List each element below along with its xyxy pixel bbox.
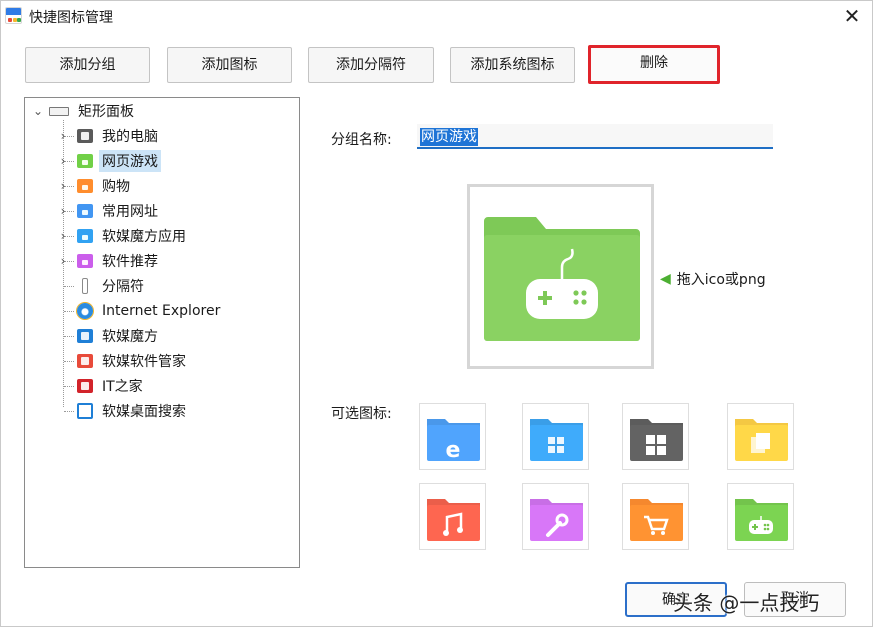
chevron-right-icon[interactable]: › [58,129,68,143]
icon-choice-tile[interactable]: e [419,403,486,470]
tree-root-label: 矩形面板 [78,104,134,120]
tree-item[interactable]: 软件推荐 [77,250,161,272]
ithome-icon [77,379,93,393]
dialog-window: 快捷图标管理 ✕ 添加分组 添加图标 添加分隔符 添加系统图标 删除 ⌄ 矩形面板… [0,0,873,627]
desktop-search-icon [77,403,93,419]
chevron-right-icon[interactable]: › [58,179,68,193]
ruanmei-cube-icon [77,329,93,343]
add-separator-button[interactable]: 添加分隔符 [308,47,434,83]
group-tree[interactable]: ⌄ 矩形面板 › 我的电脑 › 网页游戏 › 购物 › 常用网址 › 软媒魔方应用 › 软件推荐分隔符 In… [24,97,300,568]
tree-item-label: 软媒魔方应用 [102,229,186,245]
add-system-icon-button[interactable]: 添加系统图标 [450,47,575,83]
chevron-right-icon[interactable]: › [58,204,68,218]
icon-choice-tile[interactable] [522,483,589,550]
tree-item-label: 软件推荐 [102,254,158,270]
tree-item[interactable]: 软媒桌面搜索 [77,400,189,422]
internet-explorer-icon [77,303,93,319]
chevron-right-icon[interactable]: › [58,254,68,268]
tree-item-label: 软媒桌面搜索 [102,404,186,420]
window-title: 快捷图标管理 [29,10,113,26]
arrow-left-icon: ◀ [660,271,671,287]
watermark: 头条 @一点技巧 [673,591,820,615]
icon-choice-tile[interactable] [419,483,486,550]
cube-folder-icon [530,419,583,461]
delete-button[interactable]: 删除 [588,45,720,84]
chevron-right-icon[interactable]: › [58,229,68,243]
tree-item-label: 购物 [102,179,130,195]
gamepad-folder-icon [484,217,640,341]
icon-choice-tile[interactable] [727,403,794,470]
group-name-input[interactable]: 网页游戏 [417,124,773,149]
icon-choice-tile[interactable] [522,403,589,470]
icon-preview-dropzone[interactable] [467,184,654,369]
panel-icon [49,106,69,116]
drop-hint-text: 拖入ico或png [676,272,766,288]
tree-item-label: 分隔符 [102,279,144,295]
cart-folder-icon [630,499,683,541]
tree-item-label: 软媒魔方 [102,329,158,345]
drop-hint: ◀ 拖入ico或png [660,269,766,289]
tree-item[interactable]: IT之家 [77,375,146,397]
gamepad-folder-icon [735,499,788,541]
ie-folder-icon [77,204,93,218]
tree-item[interactable]: 软媒魔方 [77,325,161,347]
icon-picker-label: 可选图标: [331,406,392,422]
gamepad-folder-icon [77,154,93,168]
tree-item[interactable]: 我的电脑 [77,125,161,147]
cart-folder-icon [77,179,93,193]
tree-item[interactable]: 软媒魔方应用 [77,225,189,247]
add-icon-button[interactable]: 添加图标 [167,47,292,83]
tree-item[interactable]: 网页游戏 [77,150,161,172]
tree-item-label: 我的电脑 [102,129,158,145]
tree-item[interactable]: 分隔符 [77,275,147,297]
wrench-folder-icon [77,254,93,268]
windows-folder-icon [630,419,683,461]
tree-item-label: 软媒软件管家 [102,354,186,370]
tree-item-label: IT之家 [102,379,143,395]
add-group-button[interactable]: 添加分组 [25,47,150,83]
software-manager-icon [77,354,93,368]
app-icon [5,7,22,24]
tree-item-label: Internet Explorer [102,303,221,319]
wrench-folder-icon [530,499,583,541]
tree-item[interactable]: Internet Explorer [77,300,223,322]
tree-item-label: 常用网址 [102,204,158,220]
chevron-down-icon[interactable]: ⌄ [33,104,43,118]
separator-icon [82,278,88,294]
tree-item[interactable]: 购物 [77,175,133,197]
group-name-value: 网页游戏 [420,128,478,146]
tree-item[interactable]: 常用网址 [77,200,161,222]
computer-icon [77,129,93,143]
svg-text:e: e [446,438,461,463]
ie-folder-icon: e [427,419,480,463]
tree-item-label: 网页游戏 [99,150,161,172]
icon-choice-tile[interactable] [622,483,689,550]
chevron-right-icon[interactable]: › [58,154,68,168]
tree-item[interactable]: 软媒软件管家 [77,350,189,372]
music-folder-icon [427,499,480,541]
icon-choice-tile[interactable] [727,483,794,550]
group-name-label: 分组名称: [331,132,392,148]
documents-folder-icon [735,419,788,461]
close-icon[interactable]: ✕ [840,5,864,27]
cube-folder-icon [77,229,93,243]
title-bar: 快捷图标管理 ✕ [1,1,873,31]
tree-root[interactable]: ⌄ 矩形面板 [33,100,137,122]
icon-choice-tile[interactable] [622,403,689,470]
